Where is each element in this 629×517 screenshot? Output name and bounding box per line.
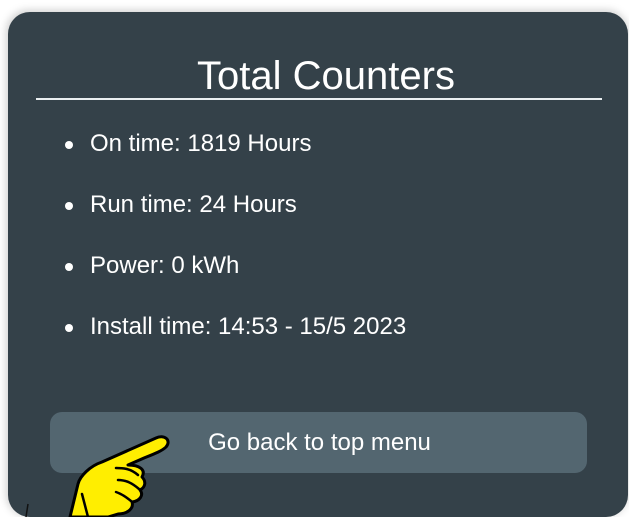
- counter-text: Power: 0 kWh: [90, 252, 240, 279]
- counter-text: Install time: 14:53 - 15/5 2023: [90, 313, 407, 340]
- bullet-icon: [65, 202, 73, 210]
- go-back-button[interactable]: Go back to top menu: [50, 412, 587, 473]
- edge-mark-icon: [25, 503, 29, 517]
- counter-text: Run time: 24 Hours: [90, 191, 297, 218]
- counter-list: On time: 1819 Hours Run time: 24 Hours P…: [65, 124, 406, 368]
- bullet-icon: [65, 324, 73, 332]
- counter-text: On time: 1819 Hours: [90, 130, 312, 157]
- bullet-icon: [65, 141, 73, 149]
- counter-item-install-time: Install time: 14:53 - 15/5 2023: [65, 307, 406, 347]
- counter-item-on-time: On time: 1819 Hours: [65, 124, 406, 164]
- screen: Total Counters On time: 1819 Hours Run t…: [0, 0, 629, 517]
- go-back-button-label: Go back to top menu: [208, 429, 431, 456]
- counter-item-power: Power: 0 kWh: [65, 246, 406, 286]
- counter-item-run-time: Run time: 24 Hours: [65, 185, 406, 225]
- bullet-icon: [65, 263, 73, 271]
- card-title: Total Counters: [197, 54, 455, 98]
- title-divider: [36, 98, 602, 100]
- total-counters-card: Total Counters On time: 1819 Hours Run t…: [8, 12, 628, 517]
